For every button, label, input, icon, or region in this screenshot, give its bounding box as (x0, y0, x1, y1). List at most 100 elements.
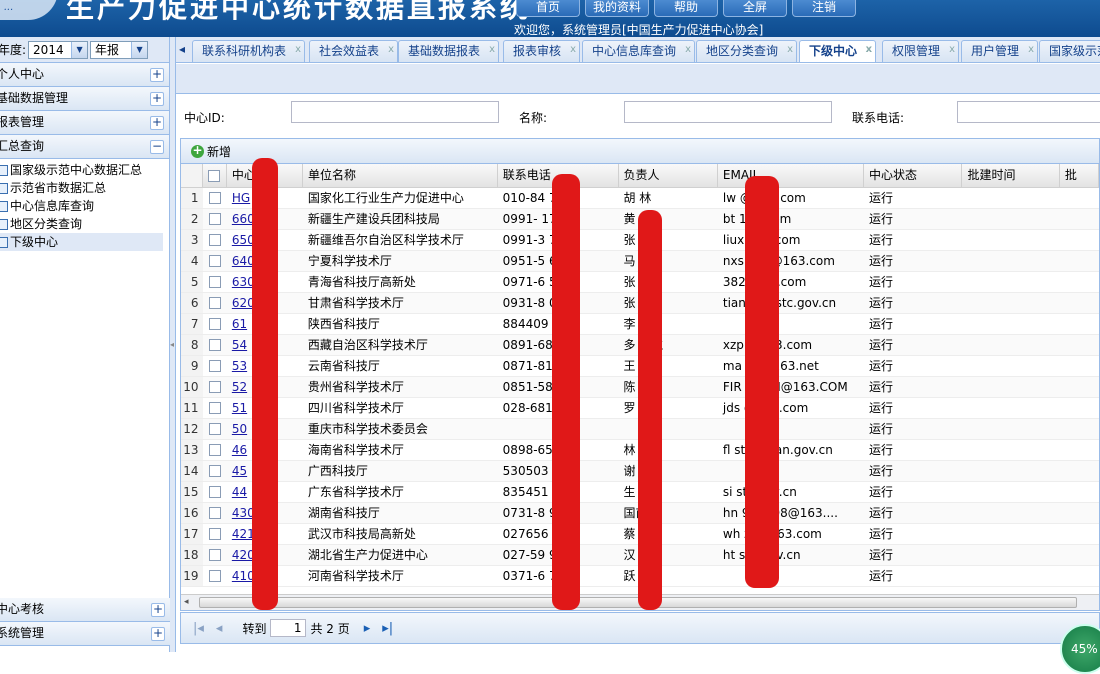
col-more[interactable]: 批 (1060, 164, 1099, 187)
section-center-assessment[interactable]: 中心考核 + (0, 598, 170, 622)
col-approve-time[interactable]: 批建时间 (962, 164, 1060, 187)
report-type-select[interactable]: 年报 ▼ (90, 40, 149, 59)
logout-button[interactable]: 注销 (792, 0, 856, 17)
last-page-icon[interactable]: ▸| (382, 621, 393, 636)
col-person[interactable]: 负责人 (619, 164, 718, 187)
help-button[interactable]: 帮助 (654, 0, 718, 17)
row-checkbox[interactable] (203, 209, 227, 229)
status-cell: 运行 (869, 275, 894, 289)
email-cell (718, 461, 864, 481)
row-checkbox[interactable] (203, 272, 227, 292)
approve-time-cell (962, 398, 1059, 418)
chevron-down-icon[interactable]: ▼ (71, 41, 88, 58)
row-checkbox[interactable] (203, 314, 227, 334)
col-unit-name[interactable]: 单位名称 (303, 164, 498, 187)
status-cell: 运行 (869, 485, 894, 499)
email-cell: nxs 821@163.com (722, 254, 835, 268)
col-email[interactable]: EMAIL (718, 164, 865, 187)
year-select[interactable]: 2014 ▼ (28, 40, 89, 59)
more-cell (1060, 398, 1099, 418)
tree-item-demo-province[interactable]: 示范省市数据汇总 (0, 179, 169, 197)
select-all-checkbox[interactable] (203, 164, 227, 187)
row-checkbox[interactable] (203, 482, 227, 502)
col-status[interactable]: 中心状态 (864, 164, 963, 187)
tab-social-benefit[interactable]: 社会效益表 x (309, 39, 399, 62)
grid-toolbar: + 新增 (181, 139, 1099, 164)
close-icon[interactable]: x (489, 39, 495, 60)
chevron-down-icon[interactable]: ▼ (131, 41, 148, 58)
name-input[interactable] (624, 101, 832, 123)
expand-icon[interactable]: + (150, 68, 164, 82)
tab-national-demo[interactable]: 国家级示范 (1039, 40, 1100, 62)
tab-research-contact[interactable]: 联系科研机构表 x (192, 39, 306, 62)
bottom-sections: 中心考核 + 系统管理 + (0, 598, 170, 646)
prev-page-icon[interactable]: ◂ (216, 621, 223, 636)
next-page-icon[interactable]: ▸ (364, 621, 371, 636)
expand-icon[interactable]: + (151, 603, 165, 617)
section-system-management[interactable]: 系统管理 + (0, 622, 170, 646)
approve-time-cell (962, 440, 1059, 460)
row-checkbox[interactable] (203, 377, 227, 397)
section-personal-center[interactable]: 个人中心 + (0, 63, 169, 87)
person-cell: 蔡 学 (623, 527, 651, 541)
row-checkbox[interactable] (203, 419, 227, 439)
row-checkbox[interactable] (203, 356, 227, 376)
tab-users[interactable]: 用户管理 x (961, 39, 1039, 62)
home-button[interactable]: 首页 (516, 0, 580, 17)
tab-scroll-left-icon[interactable]: ◂ (179, 42, 185, 56)
fullscreen-button[interactable]: 全屏 (723, 0, 787, 17)
collapse-icon[interactable]: − (150, 140, 164, 154)
status-cell: 运行 (869, 191, 894, 205)
add-icon[interactable]: + (191, 144, 204, 158)
section-basic-data[interactable]: 基础数据管理 + (0, 87, 169, 111)
expand-icon[interactable]: + (150, 116, 164, 130)
my-profile-button[interactable]: 我的资料 (585, 0, 649, 17)
close-icon[interactable]: x (295, 39, 301, 60)
row-checkbox[interactable] (203, 188, 227, 208)
row-checkbox[interactable] (203, 251, 227, 271)
tab-sub-centers[interactable]: 下级中心 x (799, 39, 877, 62)
close-icon[interactable]: x (949, 39, 955, 60)
close-icon[interactable]: x (787, 39, 793, 60)
center-id-input[interactable] (291, 101, 499, 123)
expand-icon[interactable]: + (151, 627, 165, 641)
add-button[interactable]: 新增 (207, 143, 231, 160)
row-checkbox[interactable] (203, 230, 227, 250)
row-checkbox[interactable] (203, 461, 227, 481)
phone-input[interactable] (957, 101, 1100, 123)
close-icon[interactable]: x (866, 39, 872, 60)
row-checkbox[interactable] (203, 335, 227, 355)
close-icon[interactable]: x (685, 39, 691, 60)
close-icon[interactable]: x (388, 39, 394, 60)
table-row[interactable]: 1HG国家化工行业生产力促进中心010-84 721胡 林lw @sina.co… (181, 188, 1099, 209)
row-checkbox[interactable] (203, 440, 227, 460)
row-checkbox[interactable] (203, 545, 227, 565)
row-checkbox[interactable] (203, 398, 227, 418)
collapse-arrow-icon[interactable]: ◂ (170, 340, 174, 349)
tab-region-query[interactable]: 地区分类查询 x (696, 39, 798, 62)
more-cell (1060, 377, 1099, 397)
first-page-icon[interactable]: |◂ (193, 621, 204, 636)
tree-item-center-info[interactable]: 中心信息库查询 (0, 197, 169, 215)
row-checkbox[interactable] (203, 524, 227, 544)
approve-time-cell (962, 335, 1059, 355)
row-checkbox[interactable] (203, 566, 227, 586)
tree-item-region-query[interactable]: 地区分类查询 (0, 215, 169, 233)
expand-icon[interactable]: + (150, 92, 164, 106)
unit-name-cell: 甘肃省科学技术厅 (307, 296, 404, 310)
row-checkbox[interactable] (203, 503, 227, 523)
row-checkbox[interactable] (203, 293, 227, 313)
page-input[interactable]: 1 (270, 619, 307, 637)
tab-basic-report[interactable]: 基础数据报表 x (398, 39, 500, 62)
section-report-management[interactable]: 报表管理 + (0, 111, 169, 135)
section-summary-query[interactable]: 汇总查询 − (0, 135, 169, 159)
tab-center-info[interactable]: 中心信息库查询 x (582, 39, 696, 62)
scroll-left-icon[interactable]: ◂ (184, 597, 189, 607)
close-icon[interactable]: x (1028, 39, 1034, 60)
tab-report-review[interactable]: 报表审核 x (503, 39, 581, 62)
close-icon[interactable]: x (570, 39, 576, 60)
tree-item-national-demo[interactable]: 国家级示范中心数据汇总 (0, 161, 169, 179)
row-number: 9 (181, 356, 203, 376)
tab-permissions[interactable]: 权限管理 x (882, 39, 960, 62)
tree-item-sub-centers[interactable]: 下级中心 (0, 233, 163, 251)
